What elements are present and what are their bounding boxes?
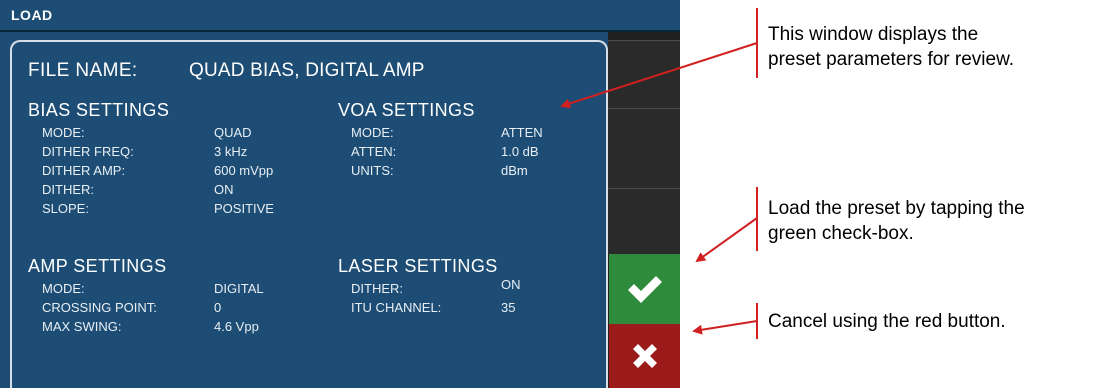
review-annotation-line-1: This window displays the: [768, 24, 979, 45]
bias-mode-value: QUAD: [214, 125, 252, 140]
amp-crossing-point-value: 0: [214, 300, 222, 315]
cancel-annotation: Cancel using the red button.: [768, 309, 1006, 334]
file-name-value: QUAD BIAS, DIGITAL AMP: [189, 60, 425, 81]
bias-dither-label: DITHER:: [42, 182, 94, 197]
amp-max-swing-value: 4.6 Vpp: [214, 319, 259, 334]
amp-max-swing-label: MAX SWING:: [42, 319, 122, 334]
cancel-annotation-bar: [756, 303, 758, 339]
bias-mode-label: MODE:: [42, 125, 85, 140]
amp-mode-value: DIGITAL: [214, 281, 264, 296]
voa-atten-value: 1.0 dB: [501, 144, 539, 159]
cancel-annotation-line-1: Cancel using the red button.: [768, 311, 1006, 332]
amp-settings-heading: AMP SETTINGS: [28, 256, 167, 276]
title-bar: LOAD: [0, 0, 680, 30]
bias-settings-heading: BIAS SETTINGS: [28, 100, 170, 120]
voa-units-label: UNITS:: [351, 163, 394, 178]
amp-crossing-point-label: CROSSING POINT:: [42, 300, 157, 315]
laser-itu-channel-label: ITU CHANNEL:: [351, 300, 442, 315]
cancel-arrow: [692, 320, 758, 335]
load-arrow: [695, 217, 758, 263]
laser-dither-value: ON: [501, 277, 521, 292]
review-annotation: This window displays the preset paramete…: [768, 22, 1014, 72]
x-icon: [632, 344, 657, 368]
load-annotation-line-1: Load the preset by tapping the: [768, 198, 1025, 219]
title-divider: [0, 30, 680, 32]
load-annotation-bar: [756, 187, 758, 251]
review-annotation-line-2: preset parameters for review.: [768, 49, 1015, 70]
load-annotation: Load the preset by tapping the green che…: [768, 196, 1025, 246]
bias-slope-value: POSITIVE: [214, 201, 274, 216]
bias-dither-value: ON: [214, 182, 234, 197]
voa-settings-heading: VOA SETTINGS: [338, 100, 475, 120]
confirm-button[interactable]: [609, 254, 680, 324]
review-annotation-bar: [756, 8, 758, 78]
bias-dither-freq-value: 3 kHz: [214, 144, 248, 159]
side-button-2[interactable]: [608, 108, 680, 188]
preset-dialog: FILE NAME: QUAD BIAS, DIGITAL AMP BIAS S…: [10, 40, 608, 388]
bias-dither-freq-label: DITHER FREQ:: [42, 144, 134, 159]
checkmark-icon: [627, 276, 662, 303]
bias-slope-label: SLOPE:: [42, 201, 89, 216]
laser-settings-heading: LASER SETTINGS: [338, 256, 498, 276]
bias-dither-amp-value: 600 mVpp: [214, 163, 274, 178]
voa-mode-label: MODE:: [351, 125, 394, 140]
window-title: LOAD: [11, 7, 53, 23]
file-name-label: FILE NAME:: [28, 60, 138, 81]
voa-units-value: dBm: [501, 163, 528, 178]
side-button-1[interactable]: [608, 40, 680, 108]
voa-atten-label: ATTEN:: [351, 144, 397, 159]
bias-dither-amp-label: DITHER AMP:: [42, 163, 126, 178]
amp-mode-label: MODE:: [42, 281, 85, 296]
voa-mode-value: ATTEN: [501, 125, 543, 140]
side-button-3[interactable]: [608, 188, 680, 254]
cancel-button[interactable]: [609, 324, 680, 388]
load-annotation-line-2: green check-box.: [768, 223, 914, 244]
laser-itu-channel-value: 35: [501, 300, 516, 315]
laser-dither-label: DITHER:: [351, 281, 403, 296]
